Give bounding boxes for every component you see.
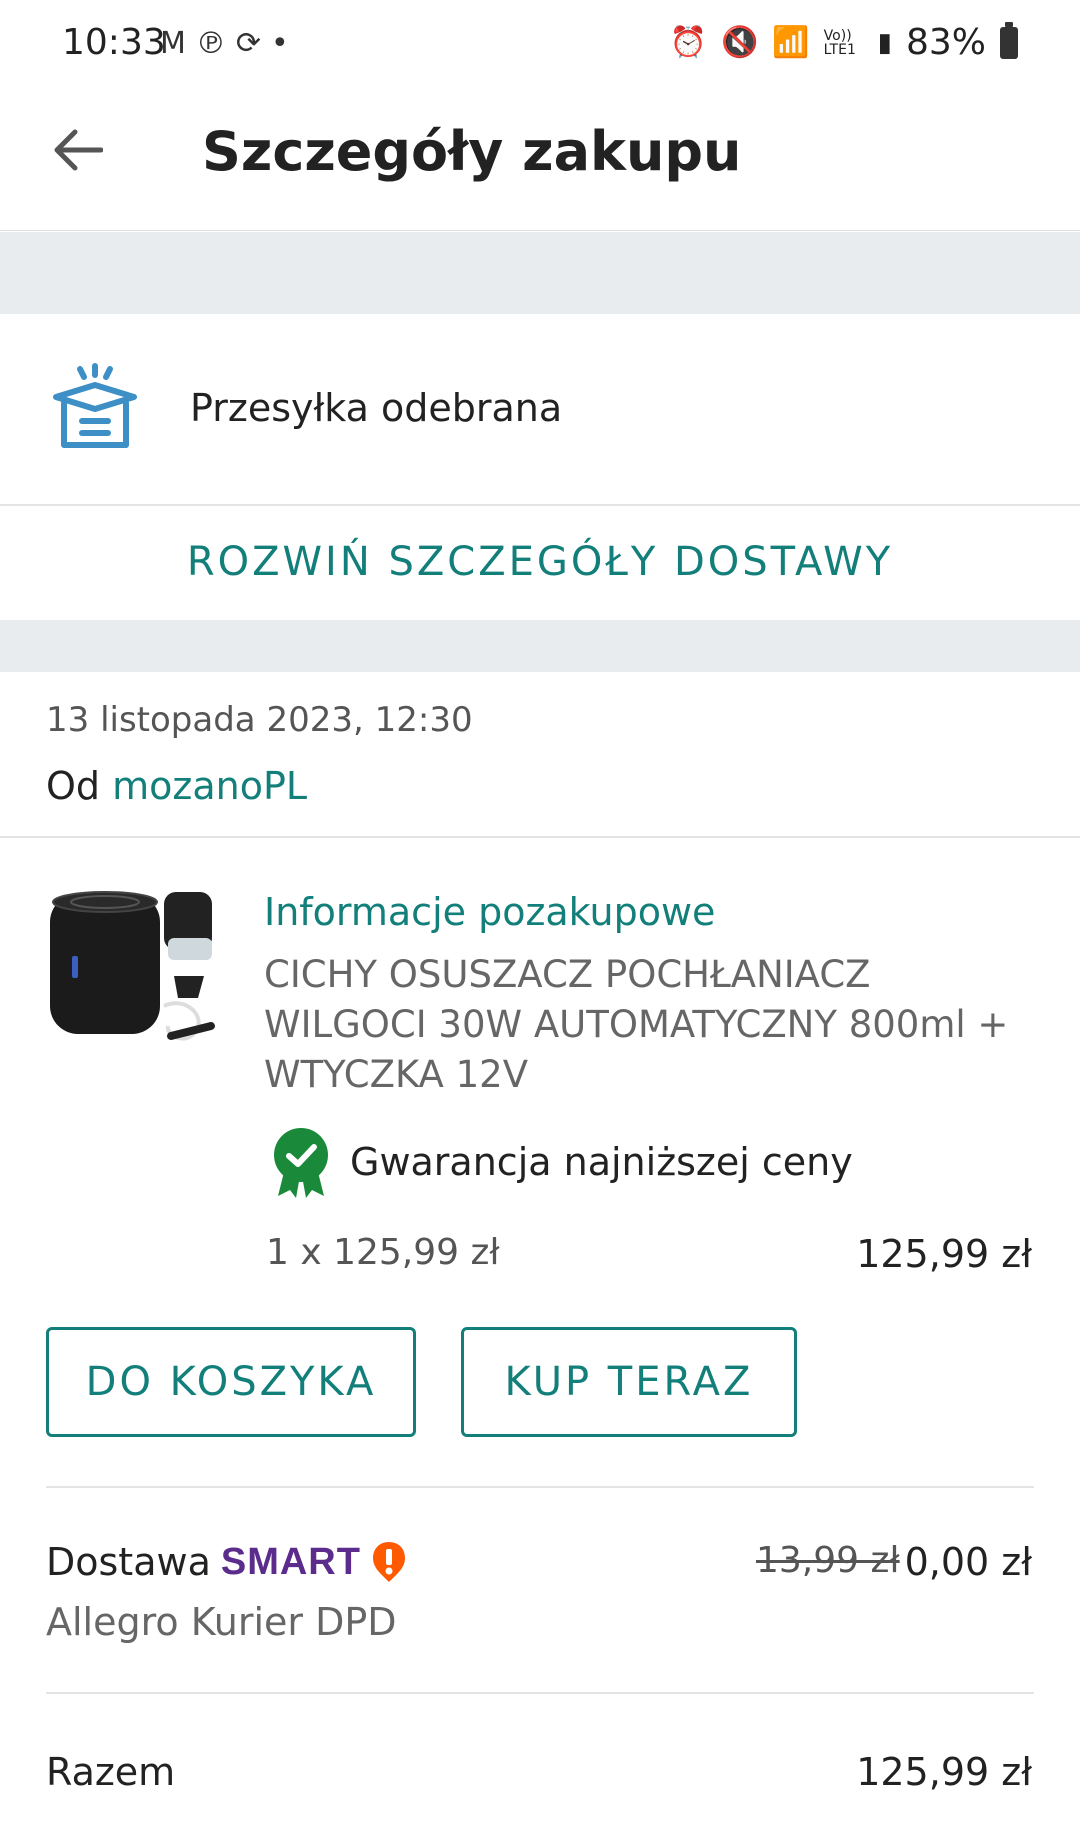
page-title: Szczegóły zakupu bbox=[202, 120, 742, 183]
guarantee-text: Gwarancja najniższej ceny bbox=[350, 1140, 853, 1184]
quantity-unit-price: 1 x 125,99 zł bbox=[266, 1232, 500, 1273]
smart-badge: SMART bbox=[220, 1540, 361, 1583]
courier-name: Allegro Kurier DPD bbox=[46, 1600, 397, 1644]
wifi-icon: 📶 bbox=[772, 25, 810, 60]
divider bbox=[46, 1486, 1034, 1488]
shipping-label-row: Dostawa SMART bbox=[46, 1540, 407, 1584]
product-thumbnail[interactable] bbox=[46, 886, 218, 1058]
status-right-area: ⏰ 🔇 📶 Vo)) LTE1 ▮ 83% bbox=[669, 21, 1018, 63]
smart-exclamation-icon bbox=[372, 1542, 405, 1582]
status-time: 10:33 bbox=[62, 22, 166, 63]
mute-icon: 🔇 bbox=[720, 25, 759, 60]
alarm-icon: ⏰ bbox=[669, 25, 707, 60]
package-open-icon bbox=[53, 363, 137, 448]
seller-link[interactable]: mozanoPL bbox=[112, 764, 307, 808]
section-divider bbox=[0, 232, 1080, 314]
divider bbox=[0, 836, 1080, 838]
gmail-icon: M bbox=[160, 26, 196, 61]
volte-icon: Vo)) LTE1 bbox=[823, 27, 856, 58]
signal-icon: ▮ bbox=[877, 27, 892, 58]
total-value: 125,99 zł bbox=[856, 1750, 1032, 1794]
sync-icon: ⟳ bbox=[235, 26, 272, 61]
divider bbox=[46, 1692, 1034, 1694]
total-label: Razem bbox=[46, 1750, 176, 1794]
battery-percent: 83% bbox=[905, 22, 986, 63]
shipping-price: 0,00 zł bbox=[904, 1540, 1032, 1584]
notification-icons: M℗⟳• bbox=[160, 26, 299, 61]
buy-now-button[interactable]: KUP TERAZ bbox=[461, 1327, 797, 1437]
pinterest-icon: ℗ bbox=[195, 26, 236, 61]
add-to-cart-button[interactable]: DO KOSZYKA bbox=[46, 1327, 416, 1437]
item-total: 125,99 zł bbox=[856, 1232, 1032, 1276]
back-button[interactable] bbox=[38, 110, 118, 190]
seller-line: Od mozanoPL bbox=[46, 764, 307, 808]
delivery-status: Przesyłka odebrana bbox=[190, 386, 563, 430]
seller-prefix: Od bbox=[46, 764, 101, 808]
shipping-label: Dostawa bbox=[46, 1540, 211, 1584]
post-purchase-info-link[interactable]: Informacje pozakupowe bbox=[264, 890, 715, 934]
order-date: 13 listopada 2023, 12:30 bbox=[46, 700, 473, 740]
expand-delivery-details-button[interactable]: ROZWIŃ SZCZEGÓŁY DOSTAWY bbox=[0, 506, 1080, 618]
dot-icon: • bbox=[271, 26, 299, 61]
shipping-old-price: 13,99 zł bbox=[756, 1540, 900, 1581]
product-name[interactable]: CICHY OSUSZACZ POCHŁANIACZ WILGOCI 30W A… bbox=[264, 950, 1024, 1100]
arrow-left-icon bbox=[54, 129, 103, 171]
section-divider bbox=[0, 620, 1080, 672]
guarantee-badge-icon bbox=[274, 1128, 328, 1198]
battery-icon bbox=[1000, 21, 1018, 59]
